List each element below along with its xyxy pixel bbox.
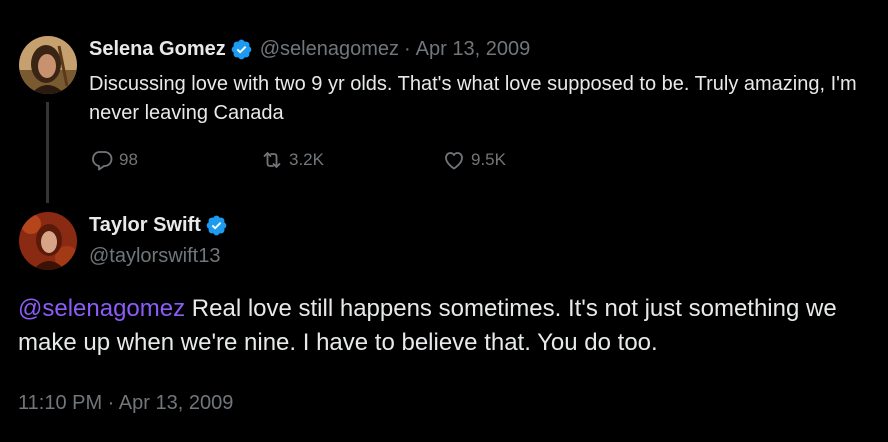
- main-tweet-timestamp[interactable]: 11:10 PM · Apr 13, 2009: [18, 392, 233, 415]
- reply-author-name[interactable]: Selena Gomez: [89, 37, 226, 61]
- avatar-taylor[interactable]: [19, 212, 77, 270]
- heart-icon: [442, 148, 471, 172]
- like-count: 9.5K: [471, 150, 506, 169]
- reply-handle[interactable]: @selenagomez: [260, 37, 399, 61]
- main-handle[interactable]: @taylorswift13: [89, 244, 220, 268]
- reply-button[interactable]: 98: [90, 148, 138, 172]
- main-tweet-header: Taylor Swift: [89, 213, 228, 237]
- meta-separator: ·: [404, 38, 411, 60]
- main-author-name[interactable]: Taylor Swift: [89, 213, 201, 237]
- reply-tweet-text: Discussing love with two 9 yr olds. That…: [89, 73, 857, 124]
- retweet-count: 3.2K: [289, 150, 324, 169]
- avatar-selena[interactable]: [19, 36, 77, 94]
- reply-icon: [90, 148, 119, 172]
- retweet-icon: [260, 148, 289, 172]
- main-tweet-text: @selenagomez Real love still happens som…: [18, 292, 878, 360]
- thread-connector-line: [46, 102, 49, 203]
- mention-link[interactable]: @selenagomez: [18, 295, 185, 322]
- retweet-button[interactable]: 3.2K: [260, 148, 324, 172]
- like-button[interactable]: 9.5K: [442, 148, 506, 172]
- reply-count: 98: [119, 150, 138, 169]
- verified-badge-icon: [205, 214, 228, 237]
- verified-badge-icon: [230, 38, 253, 61]
- reply-date[interactable]: Apr 13, 2009: [416, 37, 531, 61]
- reply-tweet-header: Selena Gomez @selenagomez · Apr 13, 2009: [89, 37, 530, 61]
